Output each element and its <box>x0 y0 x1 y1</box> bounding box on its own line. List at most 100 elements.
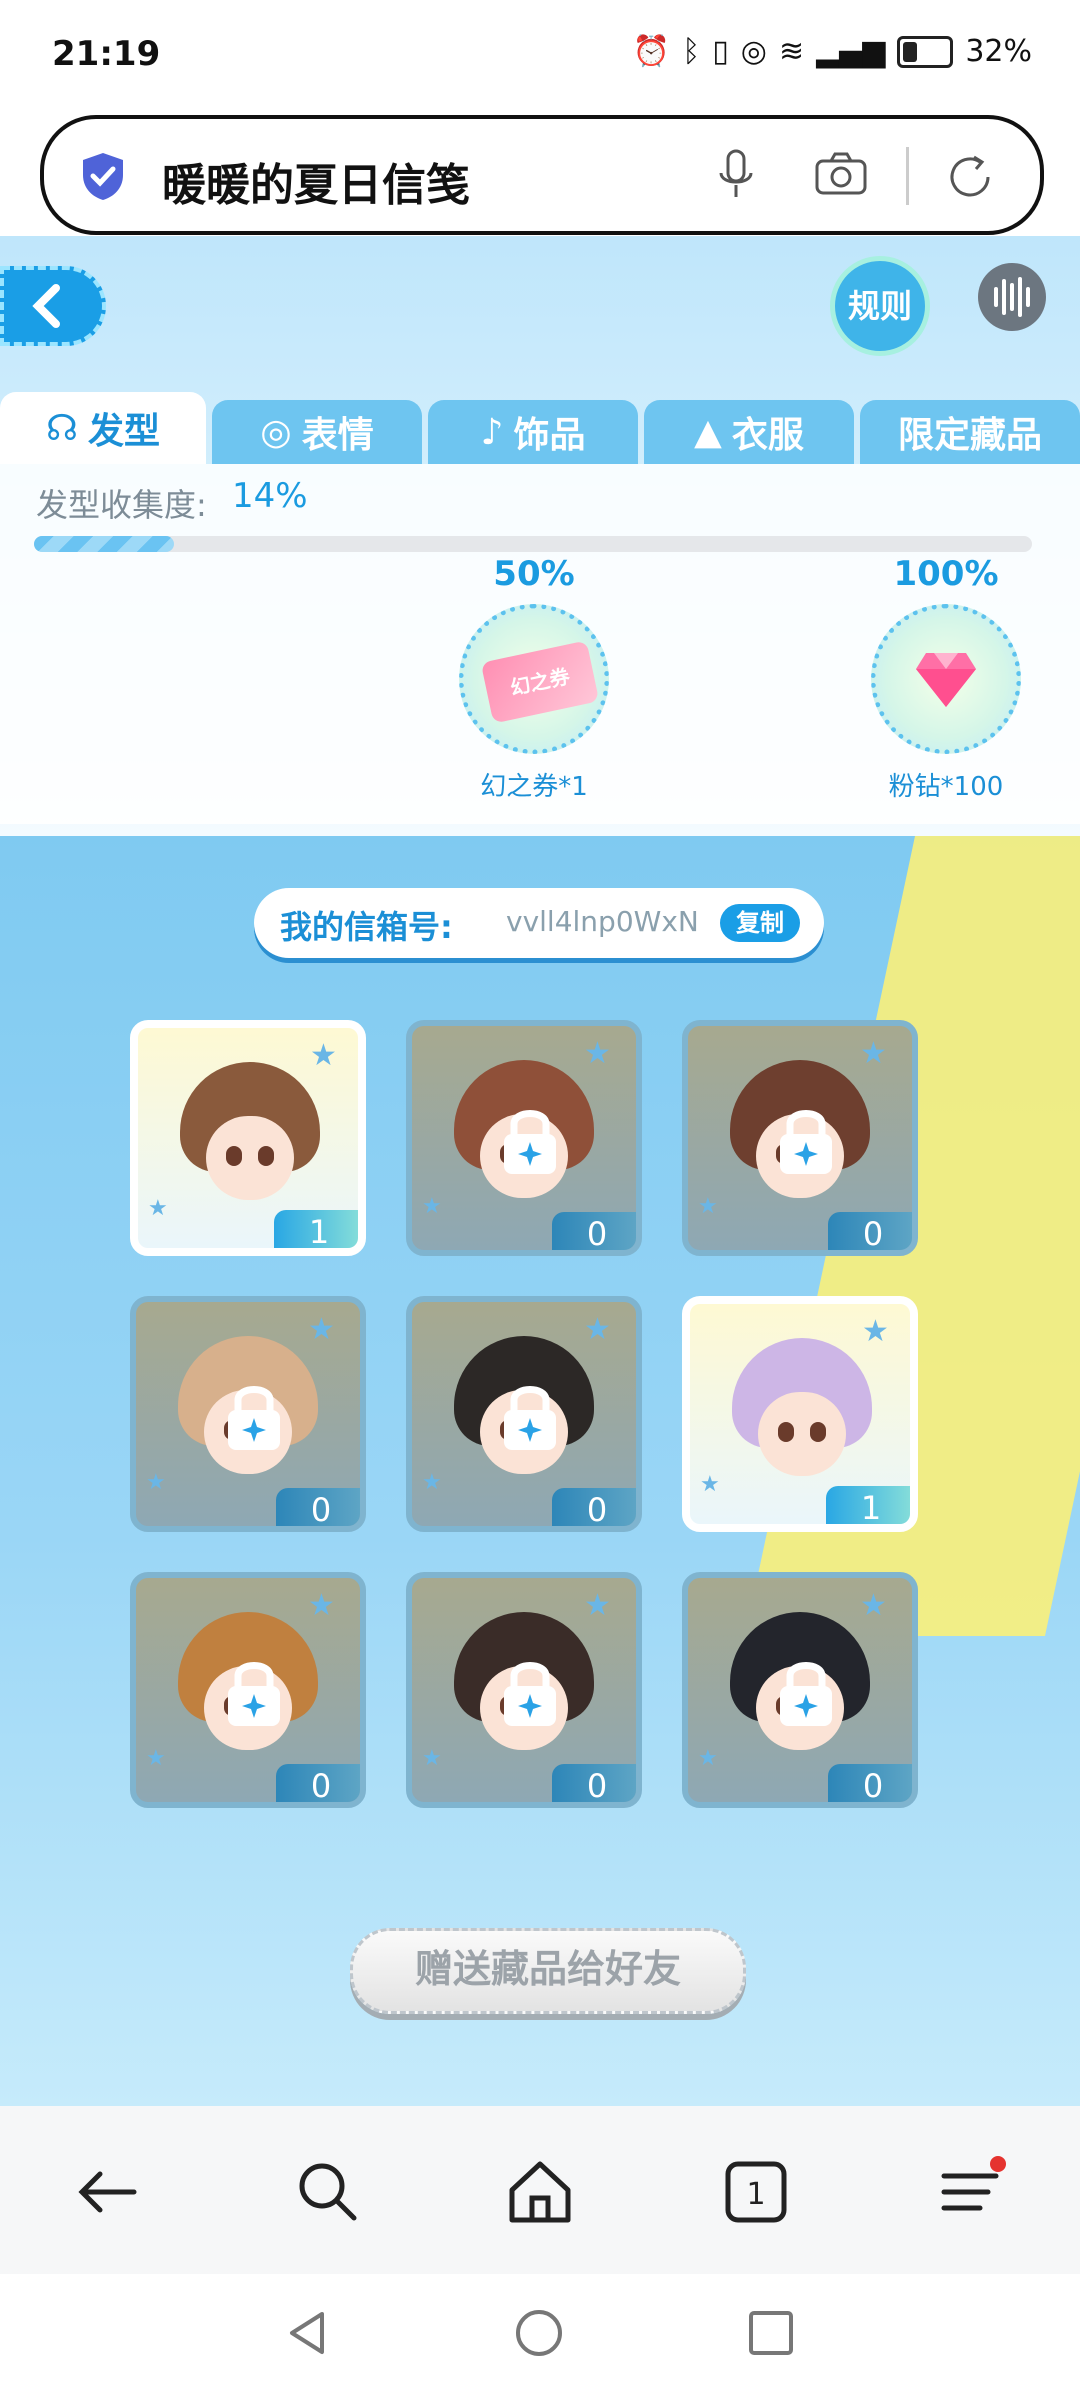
mask-icon: ◎ <box>260 411 292 453</box>
battery-percent: 32% <box>965 34 1032 69</box>
tab-label: 衣服 <box>731 415 804 456</box>
reward-circle <box>871 604 1021 754</box>
hair-icon: ☊ <box>46 407 78 449</box>
system-home-icon[interactable] <box>514 2308 564 2358</box>
item-count: 0 <box>552 1764 636 1802</box>
lock-icon <box>228 1386 280 1450</box>
star-icon: ★ <box>422 1470 442 1495</box>
lock-icon <box>228 1662 280 1726</box>
tab-accessories[interactable]: ♪ 饰品 <box>428 400 638 464</box>
star-icon: ★ <box>700 1472 720 1497</box>
accessory-icon: ♪ <box>480 411 504 453</box>
item-count: 0 <box>276 1488 360 1526</box>
hairstyle-card[interactable]: ★ ★ 0 <box>406 1296 642 1532</box>
shield-icon <box>83 153 123 200</box>
progress-bar <box>34 536 1032 552</box>
svg-text:1: 1 <box>746 2177 765 2212</box>
tab-label: 表情 <box>301 415 374 456</box>
bluetooth-icon: ᛒ <box>682 34 701 69</box>
wifi-icon: ≋ <box>778 34 805 69</box>
ticket-icon: 幻之券 <box>480 640 600 724</box>
tab-hairstyle[interactable]: ☊ 发型 <box>0 392 206 464</box>
hairstyle-card[interactable]: ★ ★ 0 <box>406 1572 642 1808</box>
category-tabs: ☊ 发型 ◎ 表情 ♪ 饰品 ▲ 衣服 限定藏品 <box>0 392 1080 464</box>
status-bar: 21:19 ⏰ ᛒ ▯ ◎ ≋ ▂▄▆ 32% <box>0 0 1080 112</box>
milestone-reward: 粉钻*100 <box>888 772 1004 802</box>
reward-circle: 幻之券 <box>459 604 609 754</box>
star-icon: ★ <box>422 1746 442 1771</box>
hairstyle-card[interactable]: ★ ★ 0 <box>682 1572 918 1808</box>
status-icons: ⏰ ᛒ ▯ ◎ ≋ ▂▄▆ 32% <box>633 34 1032 69</box>
sound-wave-icon <box>994 277 1030 317</box>
game-content: 规则 ☊ 发型 ◎ 表情 ♪ 饰品 ▲ 衣服 限定藏品 发型收集度: 14% 5… <box>0 236 1080 2106</box>
eye <box>226 1146 242 1166</box>
mailbox-id: 我的信箱号: vvll4lnp0WxN 复制 <box>254 888 824 958</box>
star-icon: ★ <box>146 1470 166 1495</box>
milestone-100[interactable]: 100% 粉钻*100 <box>856 554 1036 803</box>
gift-to-friend-button[interactable]: 赠送藏品给好友 <box>350 1928 746 2014</box>
tabs-count-icon[interactable]: 1 <box>716 2152 796 2232</box>
alarm-icon: ⏰ <box>632 34 671 69</box>
hairstyle-card[interactable]: ★ ★ 1 <box>682 1296 918 1532</box>
signal-icon: ▂▄▆ <box>816 34 886 69</box>
home-icon[interactable] <box>500 2152 580 2232</box>
hairstyle-card[interactable]: ★ ★ 0 <box>130 1572 366 1808</box>
system-recents-icon[interactable] <box>746 2308 796 2358</box>
eye <box>778 1422 794 1442</box>
item-count: 0 <box>828 1764 912 1802</box>
star-icon: ★ <box>698 1194 718 1219</box>
browser-nav-bar: 1 <box>0 2106 1080 2274</box>
item-count: 0 <box>552 1212 636 1250</box>
back-button[interactable] <box>0 266 106 346</box>
milestone-50[interactable]: 50% 幻之券 幻之券*1 <box>444 554 624 803</box>
chevron-left-icon <box>32 284 60 328</box>
tab-label: 发型 <box>87 411 160 452</box>
hotspot-icon: ◎ <box>740 34 767 69</box>
mailbox-value: vvll4lnp0WxN <box>506 905 699 938</box>
lock-icon <box>780 1662 832 1726</box>
microphone-icon[interactable] <box>716 149 756 201</box>
tab-label: 限定藏品 <box>897 415 1042 456</box>
tab-clothes[interactable]: ▲ 衣服 <box>644 400 854 464</box>
camera-icon[interactable] <box>814 149 868 197</box>
diamond-icon <box>916 653 976 707</box>
star-icon: ★ <box>422 1194 442 1219</box>
eye <box>258 1146 274 1166</box>
back-arrow-icon[interactable] <box>68 2152 148 2232</box>
face-shape <box>758 1392 846 1476</box>
milestone-reward: 幻之券*1 <box>480 772 588 802</box>
tab-limited[interactable]: 限定藏品 <box>860 400 1080 464</box>
item-count: 1 <box>826 1486 910 1524</box>
lock-icon <box>504 1662 556 1726</box>
battery-icon <box>897 35 954 68</box>
avatar <box>180 1062 320 1212</box>
lock-icon <box>504 1110 556 1174</box>
item-count: 0 <box>552 1488 636 1526</box>
star-icon: ★ <box>148 1196 168 1221</box>
vibrate-icon: ▯ <box>712 34 729 69</box>
search-icon[interactable] <box>288 2152 368 2232</box>
face-shape <box>206 1116 294 1200</box>
mailbox-label: 我的信箱号: <box>280 908 453 946</box>
rules-button[interactable]: 规则 <box>830 256 930 356</box>
hairstyle-card[interactable]: ★ ★ 1 <box>130 1020 366 1256</box>
lock-icon <box>780 1110 832 1174</box>
hairstyle-card[interactable]: ★ ★ 0 <box>130 1296 366 1532</box>
star-icon: ★ <box>698 1746 718 1771</box>
hairstyle-card[interactable]: ★ ★ 0 <box>682 1020 918 1256</box>
item-count: 1 <box>274 1210 358 1248</box>
item-count: 0 <box>276 1764 360 1802</box>
milestone-percent: 100% <box>893 554 999 594</box>
address-bar[interactable]: 暖暖的夏日信笺 <box>40 115 1044 235</box>
audio-button[interactable] <box>978 263 1046 331</box>
eye <box>810 1422 826 1442</box>
system-back-icon[interactable] <box>282 2308 332 2358</box>
hairstyle-card[interactable]: ★ ★ 0 <box>406 1020 642 1256</box>
milestone-percent: 50% <box>493 554 575 594</box>
copy-button[interactable]: 复制 <box>720 904 800 942</box>
tab-expression[interactable]: ◎ 表情 <box>212 400 422 464</box>
progress-value: 14% <box>232 476 308 516</box>
reload-icon[interactable] <box>944 151 996 203</box>
menu-icon[interactable] <box>930 2152 1010 2232</box>
avatar <box>732 1338 872 1488</box>
